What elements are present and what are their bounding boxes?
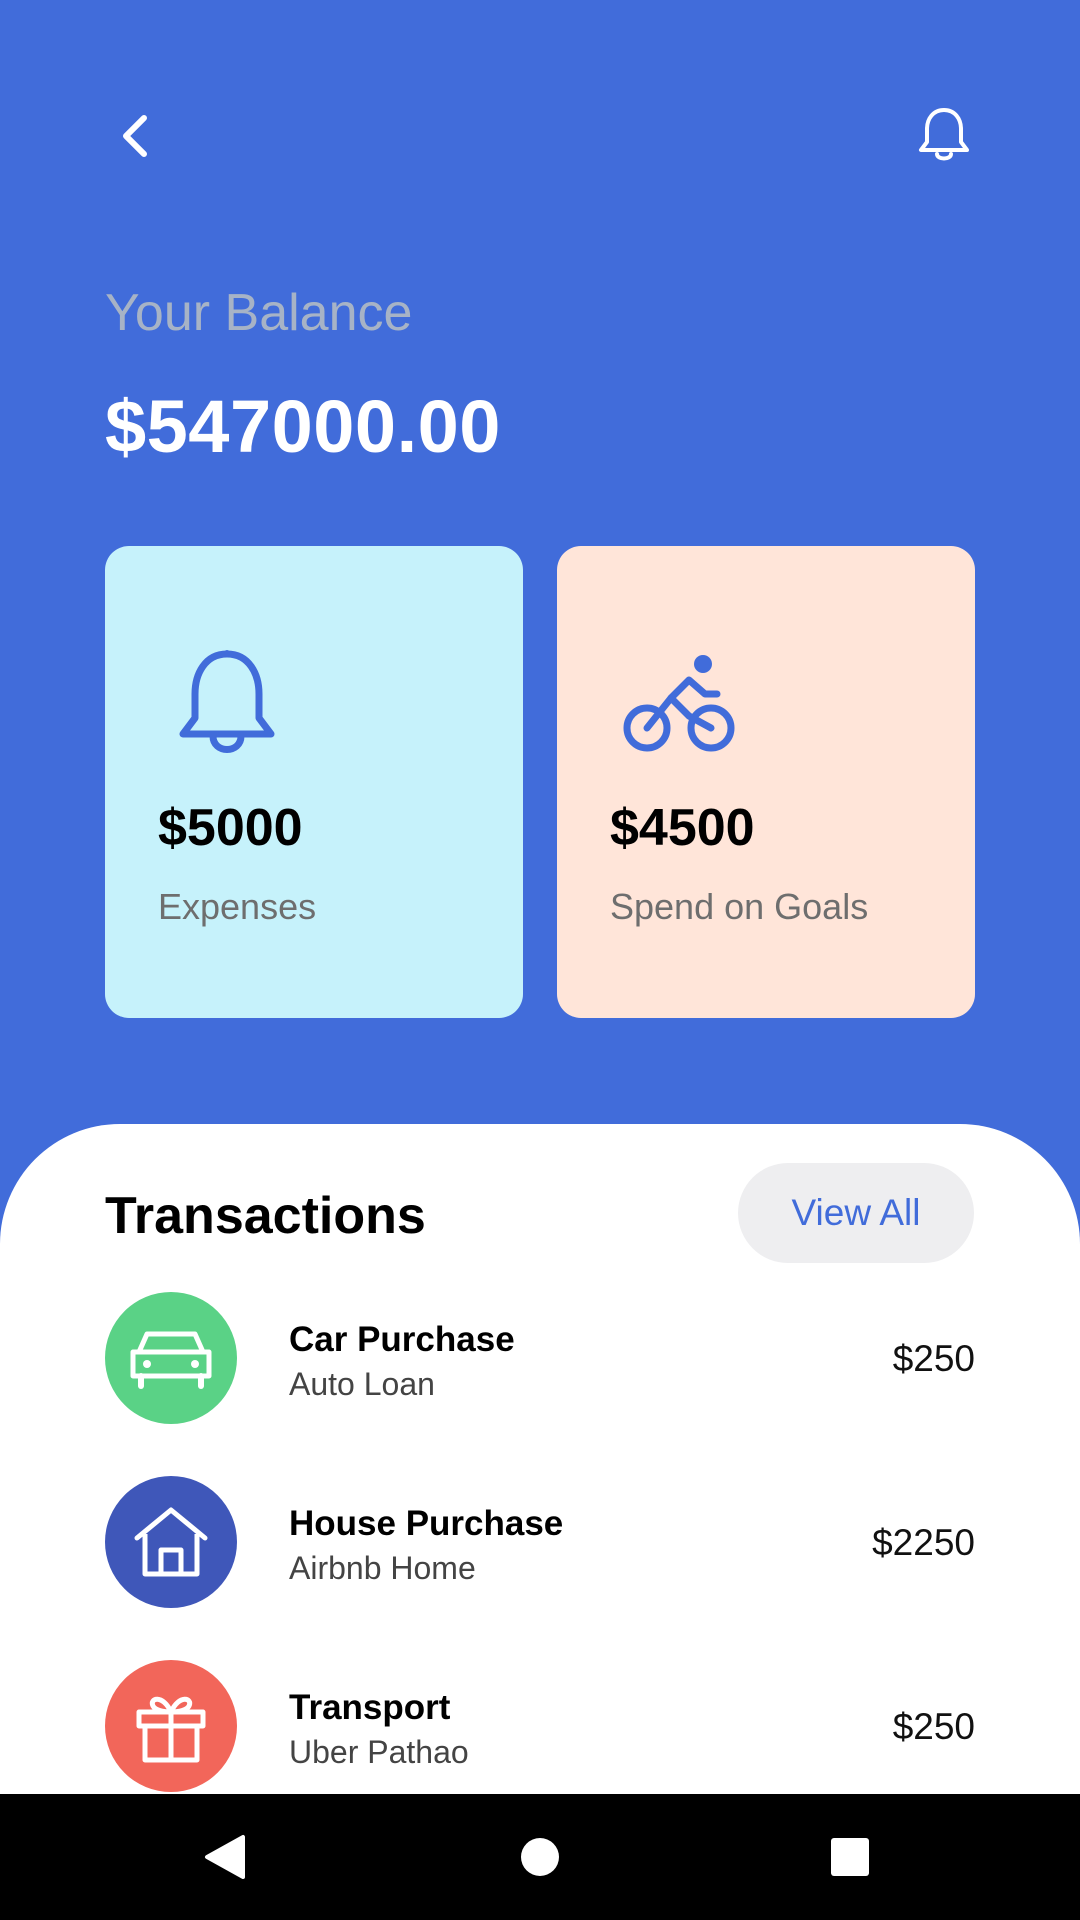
home-icon [134,1507,208,1577]
transaction-name: House Purchase [289,1504,564,1543]
house-avatar [105,1476,237,1608]
transaction-name: Car Purchase [289,1320,515,1359]
notification-button[interactable] [908,100,980,172]
goals-card[interactable]: $4500 Spend on Goals [557,546,975,1018]
system-home-button[interactable] [477,1794,603,1920]
balance-value: $547000.00 [105,385,501,468]
chevron-left-icon [123,115,147,157]
transaction-row-transport[interactable]: Transport Uber Pathao $250 [105,1660,975,1792]
system-recents-button[interactable] [787,1794,913,1920]
bell-icon [919,108,969,161]
bike-icon [623,655,735,752]
expenses-amount: $5000 [158,799,303,857]
triangle-back-icon [205,1835,245,1879]
goals-amount: $4500 [610,799,755,857]
transaction-subtitle: Airbnb Home [289,1550,476,1586]
car-avatar [105,1292,237,1424]
back-button[interactable] [104,104,168,168]
expenses-card[interactable]: $5000 Expenses [105,546,523,1018]
system-back-button[interactable] [162,1794,288,1920]
circle-home-icon [521,1838,559,1876]
goals-label: Spend on Goals [610,886,869,927]
transaction-row-house[interactable]: House Purchase Airbnb Home $2250 [105,1476,975,1608]
transaction-amount: $2250 [872,1522,975,1563]
transaction-name: Transport [289,1688,451,1727]
transactions-title: Transactions [105,1187,426,1245]
transaction-subtitle: Uber Pathao [289,1734,469,1770]
bell-icon [179,650,275,753]
transaction-subtitle: Auto Loan [289,1366,435,1402]
view-all-button[interactable]: View All [738,1163,974,1263]
transport-avatar [105,1660,237,1792]
transaction-row-car[interactable]: Car Purchase Auto Loan $250 [105,1292,975,1424]
transaction-amount: $250 [892,1338,975,1379]
expenses-label: Expenses [158,886,317,927]
square-recents-icon [831,1838,869,1876]
gift-icon [136,1696,206,1763]
car-icon [130,1331,212,1389]
balance-label: Your Balance [105,284,413,342]
system-navigation-bar [0,1794,1080,1920]
transaction-amount: $250 [892,1706,975,1747]
